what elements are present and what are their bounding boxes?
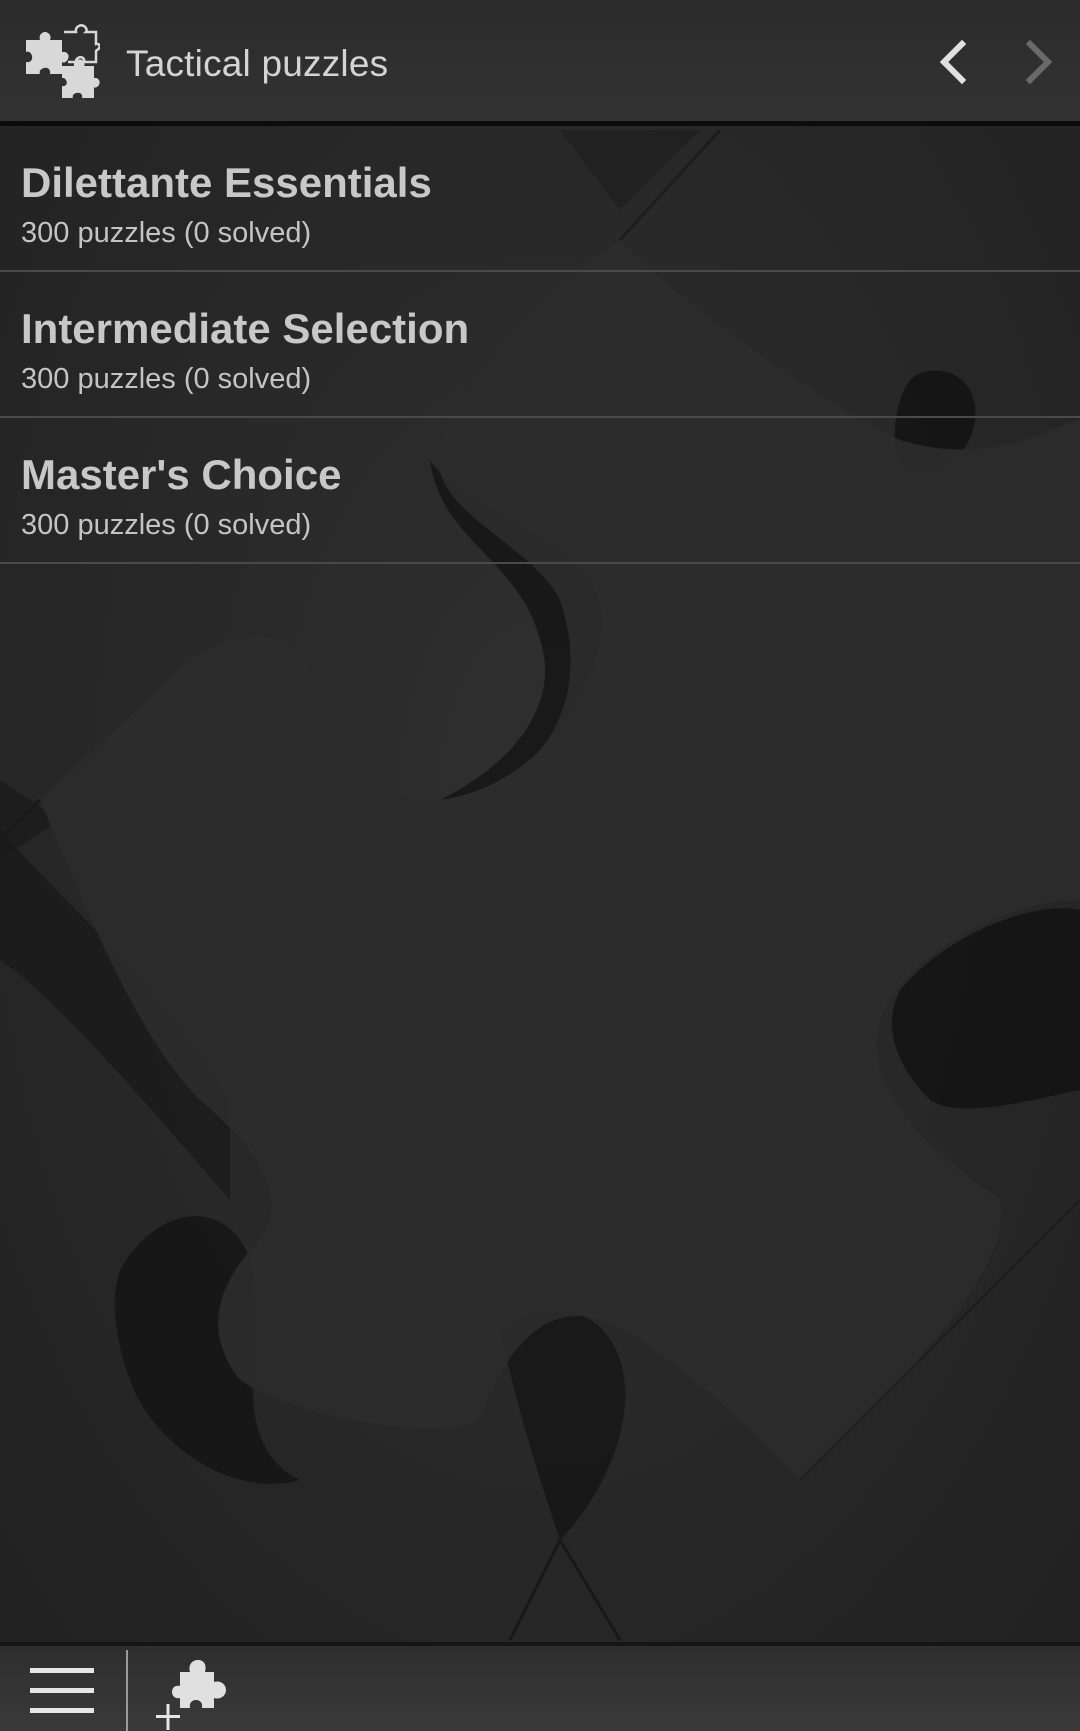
back-button[interactable]	[922, 30, 986, 94]
bottom-toolbar	[0, 1642, 1080, 1731]
puzzle-pieces-icon	[22, 24, 101, 100]
add-puzzle-button[interactable]	[152, 1652, 234, 1731]
menu-button[interactable]	[28, 1664, 98, 1718]
chevron-right-icon	[1025, 39, 1053, 85]
forward-button[interactable]	[1006, 30, 1070, 94]
chevron-left-icon	[939, 39, 967, 85]
collection-progress: 300 puzzles (0 solved)	[21, 363, 312, 395]
app-header: Tactical puzzles	[0, 0, 1080, 126]
collection-item-dilettante-essentials[interactable]: Dilettante Essentials 300 puzzles (0 sol…	[0, 126, 1080, 272]
collection-title: Master's Choice	[21, 451, 342, 498]
collection-item-intermediate-selection[interactable]: Intermediate Selection 300 puzzles (0 so…	[0, 272, 1080, 418]
page-title: Tactical puzzles	[126, 43, 389, 84]
collection-item-masters-choice[interactable]: Master's Choice 300 puzzles (0 solved)	[0, 418, 1080, 564]
add-puzzle-icon	[156, 1660, 226, 1730]
collection-progress: 300 puzzles (0 solved)	[21, 217, 312, 249]
toolbar-divider	[126, 1650, 128, 1731]
collection-progress: 300 puzzles (0 solved)	[21, 509, 312, 541]
app-screen: Tactical puzzles Dilettante Essentials 3…	[0, 0, 1080, 1731]
collection-title: Dilettante Essentials	[21, 159, 432, 206]
collection-title: Intermediate Selection	[21, 305, 470, 352]
hamburger-menu-icon	[30, 1668, 94, 1713]
puzzle-collection-list: Dilettante Essentials 300 puzzles (0 sol…	[0, 126, 1080, 564]
